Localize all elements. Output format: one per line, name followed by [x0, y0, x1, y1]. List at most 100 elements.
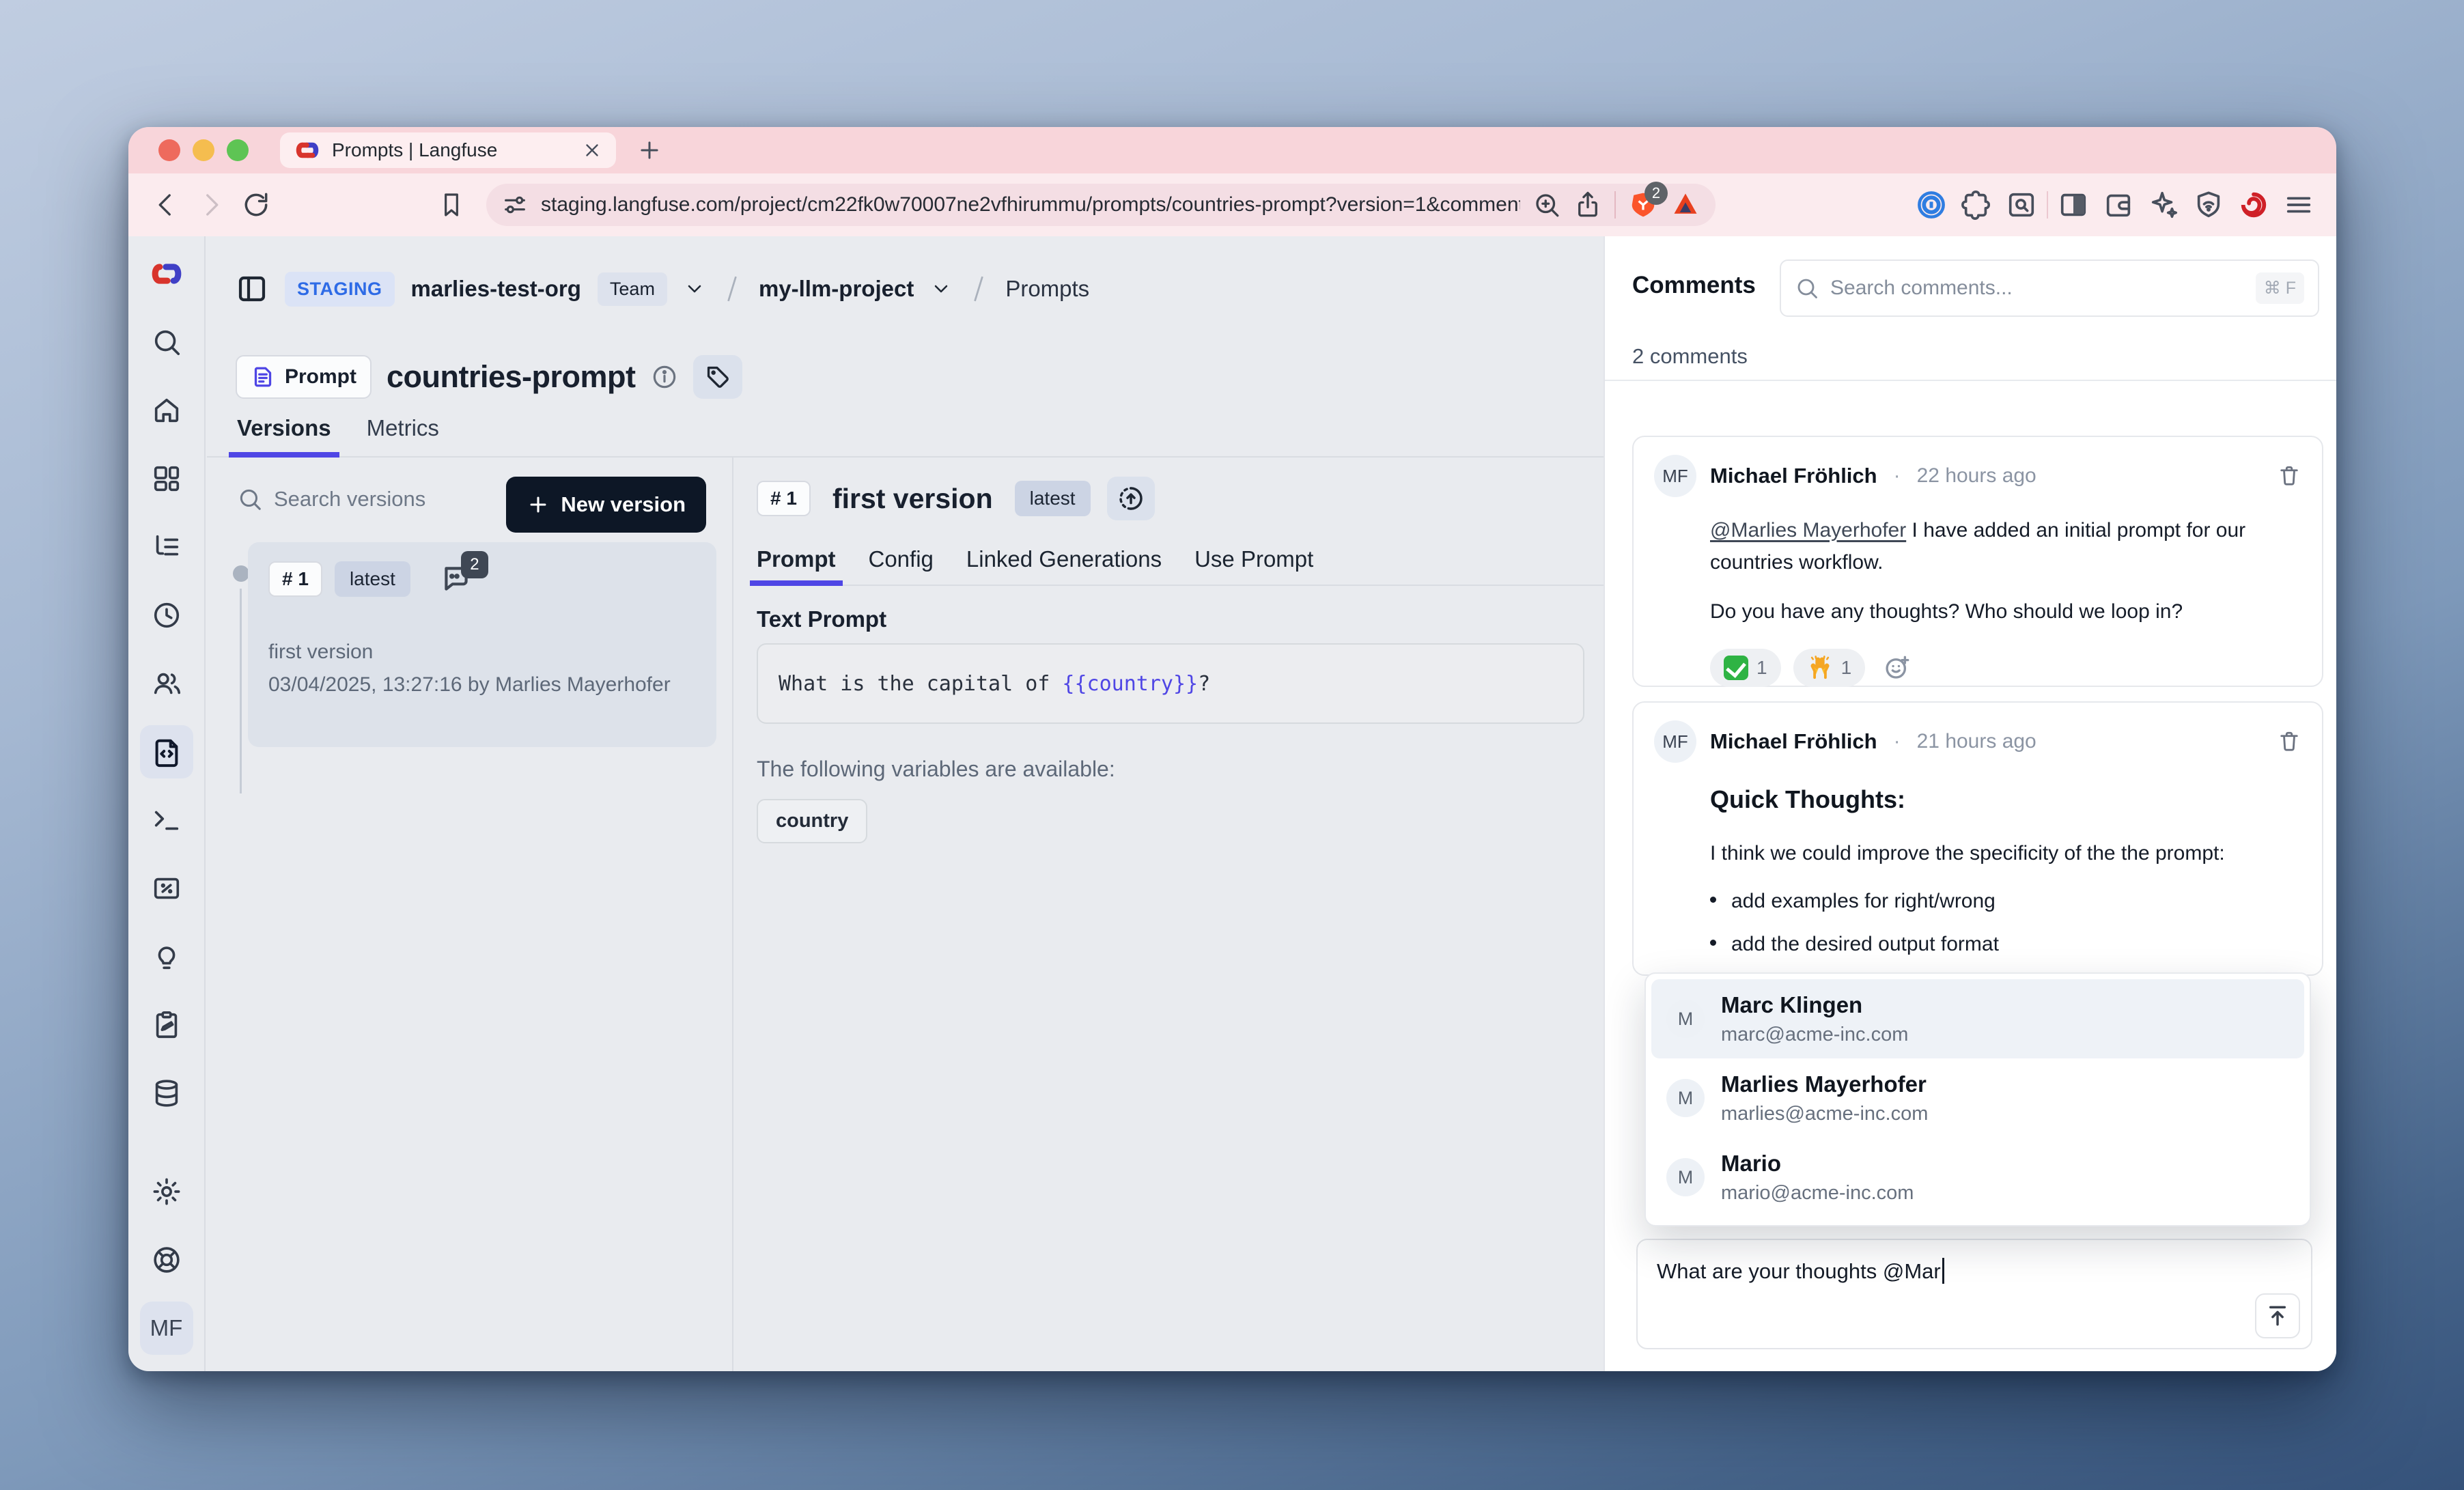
submit-comment-button[interactable]	[2255, 1293, 2300, 1338]
chevron-down-icon[interactable]	[684, 278, 705, 300]
tab-config[interactable]: Config	[869, 546, 934, 585]
sidebar-item-sessions[interactable]	[140, 589, 193, 642]
browser-tab[interactable]: Prompts | Langfuse	[280, 132, 616, 168]
sidebar-item-home[interactable]	[140, 384, 193, 437]
search-icon	[237, 486, 263, 512]
close-window-button[interactable]	[158, 139, 180, 161]
tab-use-prompt[interactable]: Use Prompt	[1194, 546, 1313, 585]
breadcrumb-section[interactable]: Prompts	[1005, 276, 1089, 302]
search-comments-input[interactable]	[1830, 277, 2245, 300]
vpn-shield-icon[interactable]	[2189, 185, 2228, 225]
page-title: countries-prompt	[387, 359, 636, 395]
prompt-text: What is the capital of	[779, 672, 1062, 696]
latest-badge: latest	[1015, 481, 1091, 516]
latest-badge: latest	[335, 561, 410, 597]
wallet-icon[interactable]	[2099, 185, 2138, 225]
sidebar-item-tracing[interactable]	[140, 520, 193, 574]
comments-bubble-icon[interactable]: 2	[439, 562, 473, 596]
minimize-window-button[interactable]	[193, 139, 214, 161]
search-icon	[1795, 276, 1819, 300]
sidebar-item-datasets[interactable]	[140, 1067, 193, 1120]
forward-button[interactable]	[191, 185, 231, 225]
new-version-button[interactable]: New version	[506, 477, 706, 533]
close-tab-icon[interactable]	[582, 140, 602, 160]
comment-draft-text[interactable]: What are your thoughts @Mar	[1657, 1259, 1941, 1283]
extensions-icon[interactable]	[1957, 185, 1996, 225]
variables-note: The following variables are available:	[757, 757, 1115, 782]
divider	[1605, 380, 2336, 381]
macos-traffic-lights	[158, 139, 249, 161]
version-list-item[interactable]: # 1 latest 2 first version 03/04/2025, 1…	[248, 542, 716, 747]
org-role-badge: Team	[598, 272, 667, 306]
version-title: first version	[832, 483, 993, 515]
search-versions-input[interactable]	[274, 487, 445, 511]
sidebar-item-annotation[interactable]	[140, 998, 193, 1052]
sidebar-item-evals[interactable]	[140, 930, 193, 983]
new-tab-button[interactable]	[636, 137, 662, 163]
comment-card: MF Michael Fröhlich · 22 hours ago @Marl…	[1632, 436, 2323, 687]
zoom-page-icon[interactable]	[1532, 191, 1561, 219]
shield-badge: 2	[1644, 182, 1668, 205]
password-manager-icon[interactable]	[1912, 185, 1951, 225]
langfuse-logo	[140, 247, 193, 300]
brave-shield-icon[interactable]: 2	[1628, 190, 1658, 220]
version-number-badge: # 1	[757, 481, 811, 516]
search-tabs-icon[interactable]	[2002, 185, 2041, 225]
mention-option[interactable]: M Marc Klingen marc@acme-inc.com	[1651, 979, 2304, 1058]
main-content: STAGING marlies-test-org Team my-llm-pro…	[207, 236, 1732, 1371]
sidebar-item-scores[interactable]	[140, 862, 193, 915]
back-button[interactable]	[146, 185, 186, 225]
breadcrumb-project[interactable]: my-llm-project	[759, 276, 914, 302]
info-icon[interactable]	[651, 363, 678, 391]
sidebar-item-support[interactable]	[140, 1233, 193, 1287]
search-versions-field[interactable]	[237, 486, 445, 512]
brave-rewards-icon[interactable]	[1670, 190, 1700, 220]
comment-input[interactable]: What are your thoughts @Mar	[1636, 1239, 2312, 1349]
address-bar[interactable]: staging.langfuse.com/project/cm22fk0w700…	[486, 184, 1716, 226]
tab-linked-generations[interactable]: Linked Generations	[966, 546, 1162, 585]
promote-version-button[interactable]	[1107, 477, 1155, 520]
ai-sparkle-icon[interactable]	[2144, 185, 2183, 225]
text-caret	[1942, 1258, 1944, 1284]
delete-comment-icon[interactable]	[2277, 729, 2301, 754]
reaction-raising-hands[interactable]: 1	[1793, 649, 1866, 687]
comment-count-badge: 2	[461, 551, 488, 578]
mention-option[interactable]: M Mario mario@acme-inc.com	[1651, 1138, 2304, 1217]
sidebar-item-playground[interactable]	[140, 793, 193, 847]
add-reaction-icon[interactable]	[1883, 653, 1912, 682]
sidebar-item-prompts[interactable]	[140, 725, 193, 778]
extension-swirl-icon[interactable]	[2234, 185, 2273, 225]
sidebar-item-dashboards[interactable]	[140, 452, 193, 505]
tab-versions[interactable]: Versions	[237, 415, 331, 456]
sidebar-item-settings[interactable]	[140, 1165, 193, 1218]
user-avatar[interactable]: MF	[140, 1302, 193, 1355]
mention-link[interactable]: @Marlies Mayerhofer	[1710, 519, 1906, 542]
tag-button[interactable]	[693, 355, 742, 399]
app-header: STAGING marlies-test-org Team my-llm-pro…	[207, 236, 1732, 341]
mention-option[interactable]: M Marlies Mayerhofer marlies@acme-inc.co…	[1651, 1058, 2304, 1138]
sidebar-toggle-icon[interactable]	[2054, 185, 2093, 225]
sidebar-item-users[interactable]	[140, 657, 193, 710]
reaction-check[interactable]: 1	[1710, 649, 1781, 687]
comment-time: 22 hours ago	[1917, 464, 2036, 488]
share-icon[interactable]	[1573, 191, 1602, 219]
url-text[interactable]: staging.langfuse.com/project/cm22fk0w700…	[541, 193, 1520, 216]
search-comments-field[interactable]: ⌘ F	[1780, 259, 2319, 317]
dot-separator: ·	[1894, 730, 1901, 753]
tab-metrics[interactable]: Metrics	[367, 415, 439, 456]
breadcrumb-org[interactable]: marlies-test-org	[411, 276, 581, 302]
browser-tab-bar: Prompts | Langfuse	[128, 127, 2336, 173]
zoom-window-button[interactable]	[227, 139, 249, 161]
reload-button[interactable]	[236, 185, 276, 225]
menu-icon[interactable]	[2279, 185, 2319, 225]
comments-panel: Comments ⌘ F 2 comments MF Michael Fröhl…	[1604, 236, 2336, 1371]
site-settings-icon[interactable]	[501, 191, 529, 219]
breadcrumb-slash-icon	[968, 274, 989, 304]
version-name: first version	[268, 641, 696, 664]
panel-toggle-icon[interactable]	[236, 272, 268, 305]
tab-prompt[interactable]: Prompt	[757, 546, 836, 585]
sidebar-item-search[interactable]	[140, 315, 193, 369]
bookmark-icon[interactable]	[432, 185, 471, 225]
delete-comment-icon[interactable]	[2277, 464, 2301, 488]
chevron-down-icon[interactable]	[930, 278, 952, 300]
